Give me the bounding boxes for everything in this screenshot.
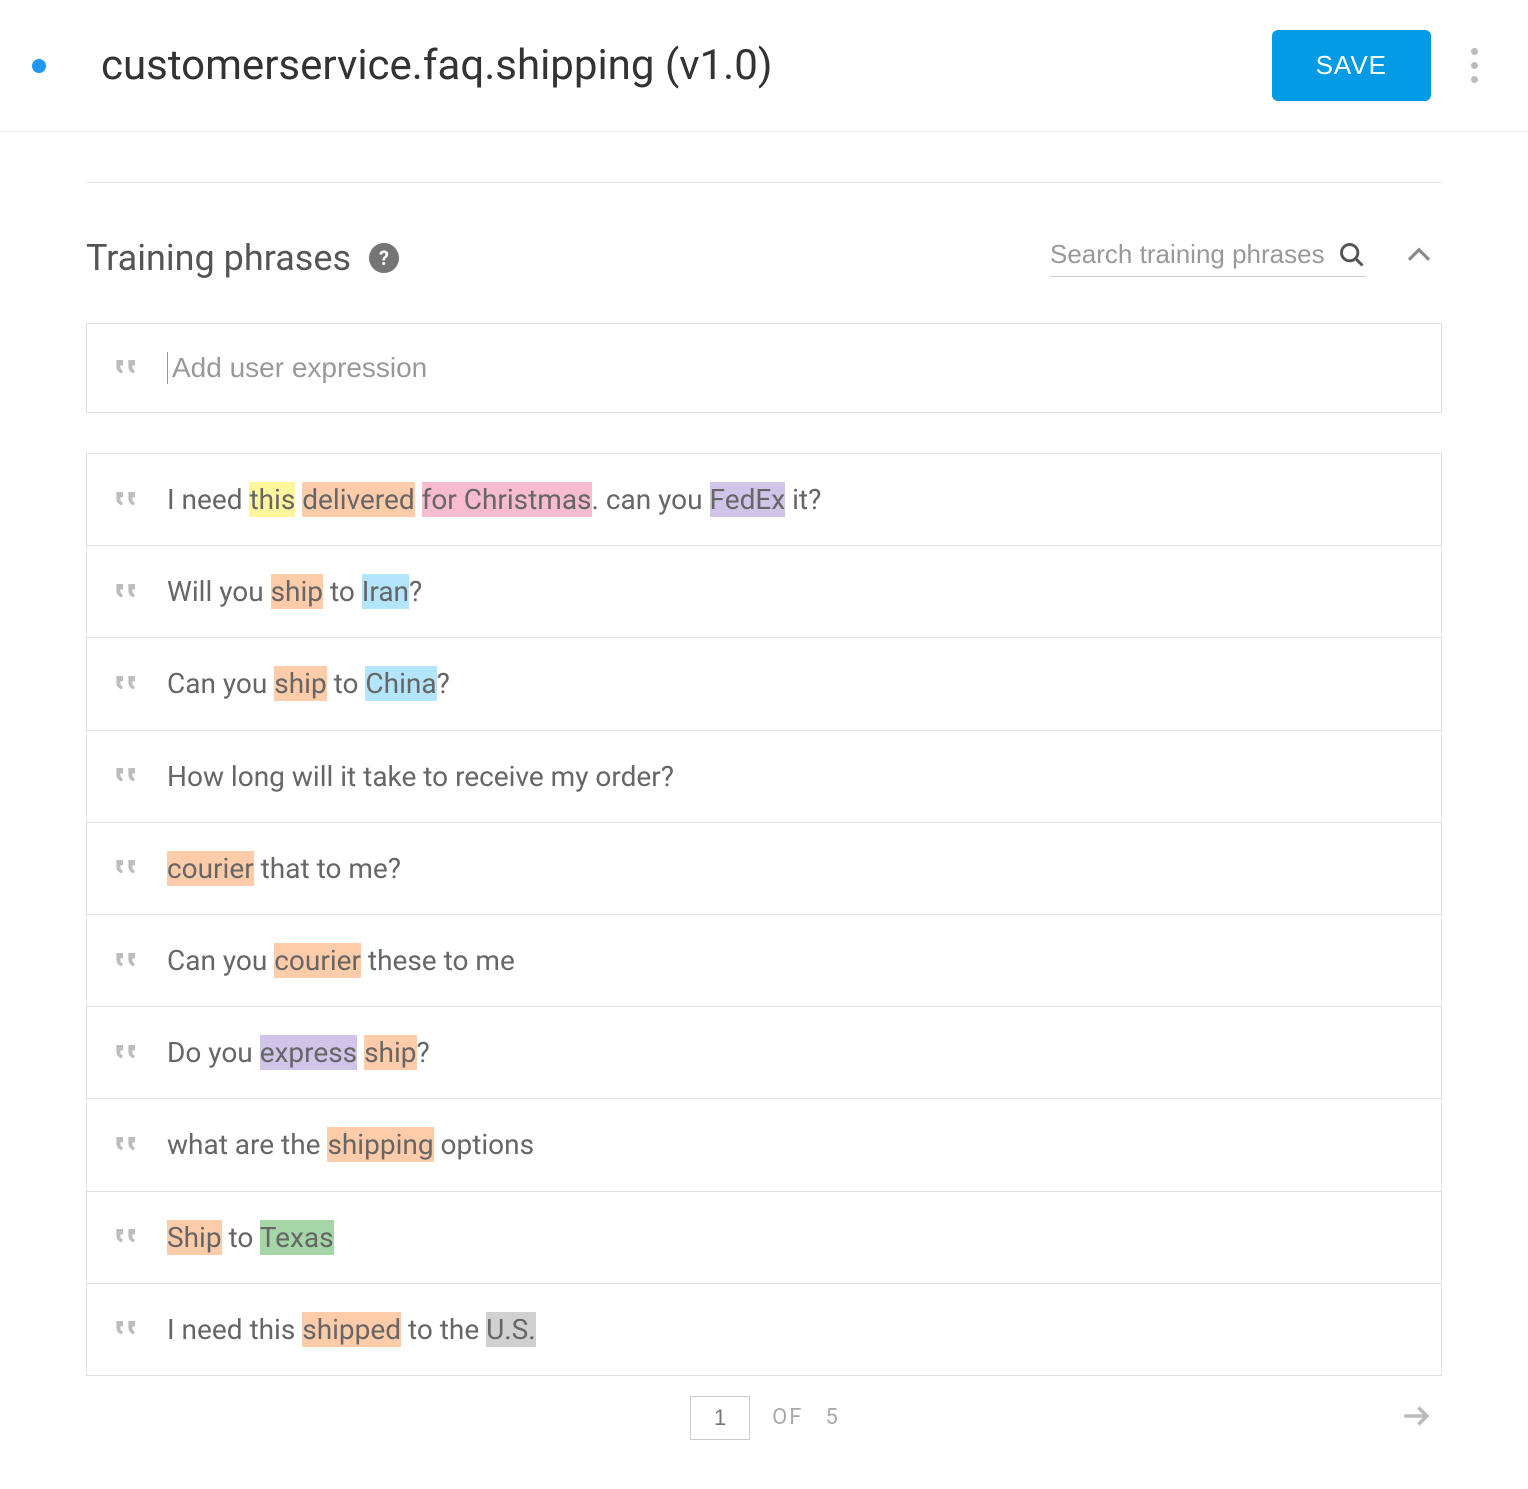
page-total: 5 <box>825 1405 837 1430</box>
phrase-token: . can you <box>592 483 710 516</box>
phrase-row[interactable]: Will you ship to Iran? <box>87 546 1441 638</box>
entity-highlight[interactable]: ship <box>274 666 326 701</box>
phrase-text: Will you ship to Iran? <box>167 572 422 611</box>
phrase-text: what are the shipping options <box>167 1125 534 1164</box>
phrase-token: to <box>323 575 362 608</box>
quote-icon <box>111 945 143 977</box>
more-menu-icon[interactable] <box>1461 38 1488 93</box>
phrase-token: ? <box>417 1036 430 1069</box>
phrase-list: I need this delivered for Christmas. can… <box>86 453 1442 1376</box>
quote-icon <box>111 852 143 884</box>
quote-icon <box>111 1037 143 1069</box>
section-title: Training phrases <box>86 237 351 279</box>
phrase-token: I need <box>167 483 249 516</box>
phrase-row[interactable]: Can you ship to China? <box>87 638 1441 730</box>
phrase-token: ? <box>437 667 450 700</box>
collapse-icon[interactable] <box>1396 233 1442 283</box>
phrase-text: Can you courier these to me <box>167 941 515 980</box>
phrase-token: Can you <box>167 944 274 977</box>
next-page-icon[interactable] <box>1392 1391 1442 1445</box>
entity-highlight[interactable]: shipped <box>302 1312 401 1347</box>
search-input[interactable] <box>1050 239 1330 270</box>
quote-icon <box>111 668 143 700</box>
phrase-row[interactable]: I need this shipped to the U.S. <box>87 1284 1441 1375</box>
phrase-row[interactable]: Can you courier these to me <box>87 915 1441 1007</box>
entity-highlight[interactable]: FedEx <box>710 482 786 517</box>
phrase-text: Ship to Texas <box>167 1218 334 1257</box>
page-of-label: OF <box>772 1405 803 1430</box>
quote-icon <box>111 484 143 516</box>
phrase-text: courier that to me? <box>167 849 401 888</box>
add-phrase-box <box>86 323 1442 413</box>
phrase-token: Can you <box>167 667 274 700</box>
phrase-token: that to me? <box>254 852 401 885</box>
phrase-row[interactable]: Do you express ship? <box>87 1007 1441 1099</box>
phrase-text: I need this shipped to the U.S. <box>167 1310 536 1349</box>
phrase-token: to <box>327 667 366 700</box>
phrase-token: ? <box>409 575 422 608</box>
page-header: customerservice.faq.shipping (v1.0) SAVE <box>0 0 1528 132</box>
phrase-text: How long will it take to receive my orde… <box>167 757 674 796</box>
entity-highlight[interactable]: courier <box>274 943 361 978</box>
entity-highlight[interactable]: ship <box>271 574 323 609</box>
entity-highlight[interactable]: Iran <box>362 574 409 609</box>
phrase-text: Do you express ship? <box>167 1033 430 1072</box>
phrase-token <box>415 483 422 516</box>
entity-highlight[interactable]: this <box>249 482 295 517</box>
phrase-token: Do you <box>167 1036 260 1069</box>
entity-highlight[interactable]: shipping <box>327 1127 433 1162</box>
phrase-text: Can you ship to China? <box>167 664 450 703</box>
phrase-row[interactable]: what are the shipping options <box>87 1099 1441 1191</box>
quote-icon <box>111 352 143 384</box>
phrase-token: what are the <box>167 1128 327 1161</box>
phrase-token: to <box>222 1221 260 1254</box>
phrase-row[interactable]: Ship to Texas <box>87 1192 1441 1284</box>
page-current-input[interactable] <box>690 1396 750 1440</box>
training-phrases-section: Training phrases ? I need this delivered… <box>0 182 1528 1452</box>
pagination: OF 5 <box>86 1376 1442 1452</box>
phrase-token: these to me <box>361 944 515 977</box>
phrase-token: How long will it take to receive my orde… <box>167 760 674 793</box>
phrase-row[interactable]: How long will it take to receive my orde… <box>87 731 1441 823</box>
status-dot-icon <box>32 59 46 73</box>
entity-highlight[interactable]: China <box>365 666 436 701</box>
entity-highlight[interactable]: courier <box>167 851 254 886</box>
entity-highlight[interactable]: express <box>260 1035 357 1070</box>
search-wrap <box>1050 239 1366 277</box>
phrase-text: I need this delivered for Christmas. can… <box>167 480 821 519</box>
phrase-token: options <box>434 1128 535 1161</box>
phrase-row[interactable]: I need this delivered for Christmas. can… <box>87 454 1441 546</box>
entity-highlight[interactable]: Texas <box>260 1220 334 1255</box>
phrase-token: I need this <box>167 1313 302 1346</box>
entity-highlight[interactable]: delivered <box>302 482 414 517</box>
phrase-token: to the <box>401 1313 486 1346</box>
phrase-token: Will you <box>167 575 271 608</box>
quote-icon <box>111 1129 143 1161</box>
save-button[interactable]: SAVE <box>1272 30 1431 101</box>
search-icon[interactable] <box>1338 241 1366 269</box>
help-icon[interactable]: ? <box>369 243 399 273</box>
quote-icon <box>111 1313 143 1345</box>
entity-highlight[interactable]: ship <box>364 1035 416 1070</box>
entity-highlight[interactable]: U.S. <box>486 1312 536 1347</box>
quote-icon <box>111 576 143 608</box>
add-phrase-input[interactable] <box>167 352 1417 384</box>
phrase-row[interactable]: courier that to me? <box>87 823 1441 915</box>
quote-icon <box>111 1221 143 1253</box>
quote-icon <box>111 760 143 792</box>
entity-highlight[interactable]: for Christmas <box>422 482 592 517</box>
phrase-token: it? <box>785 483 821 516</box>
entity-highlight[interactable]: Ship <box>167 1220 222 1255</box>
section-header: Training phrases ? <box>86 183 1442 323</box>
page-title: customerservice.faq.shipping (v1.0) <box>101 41 1272 90</box>
